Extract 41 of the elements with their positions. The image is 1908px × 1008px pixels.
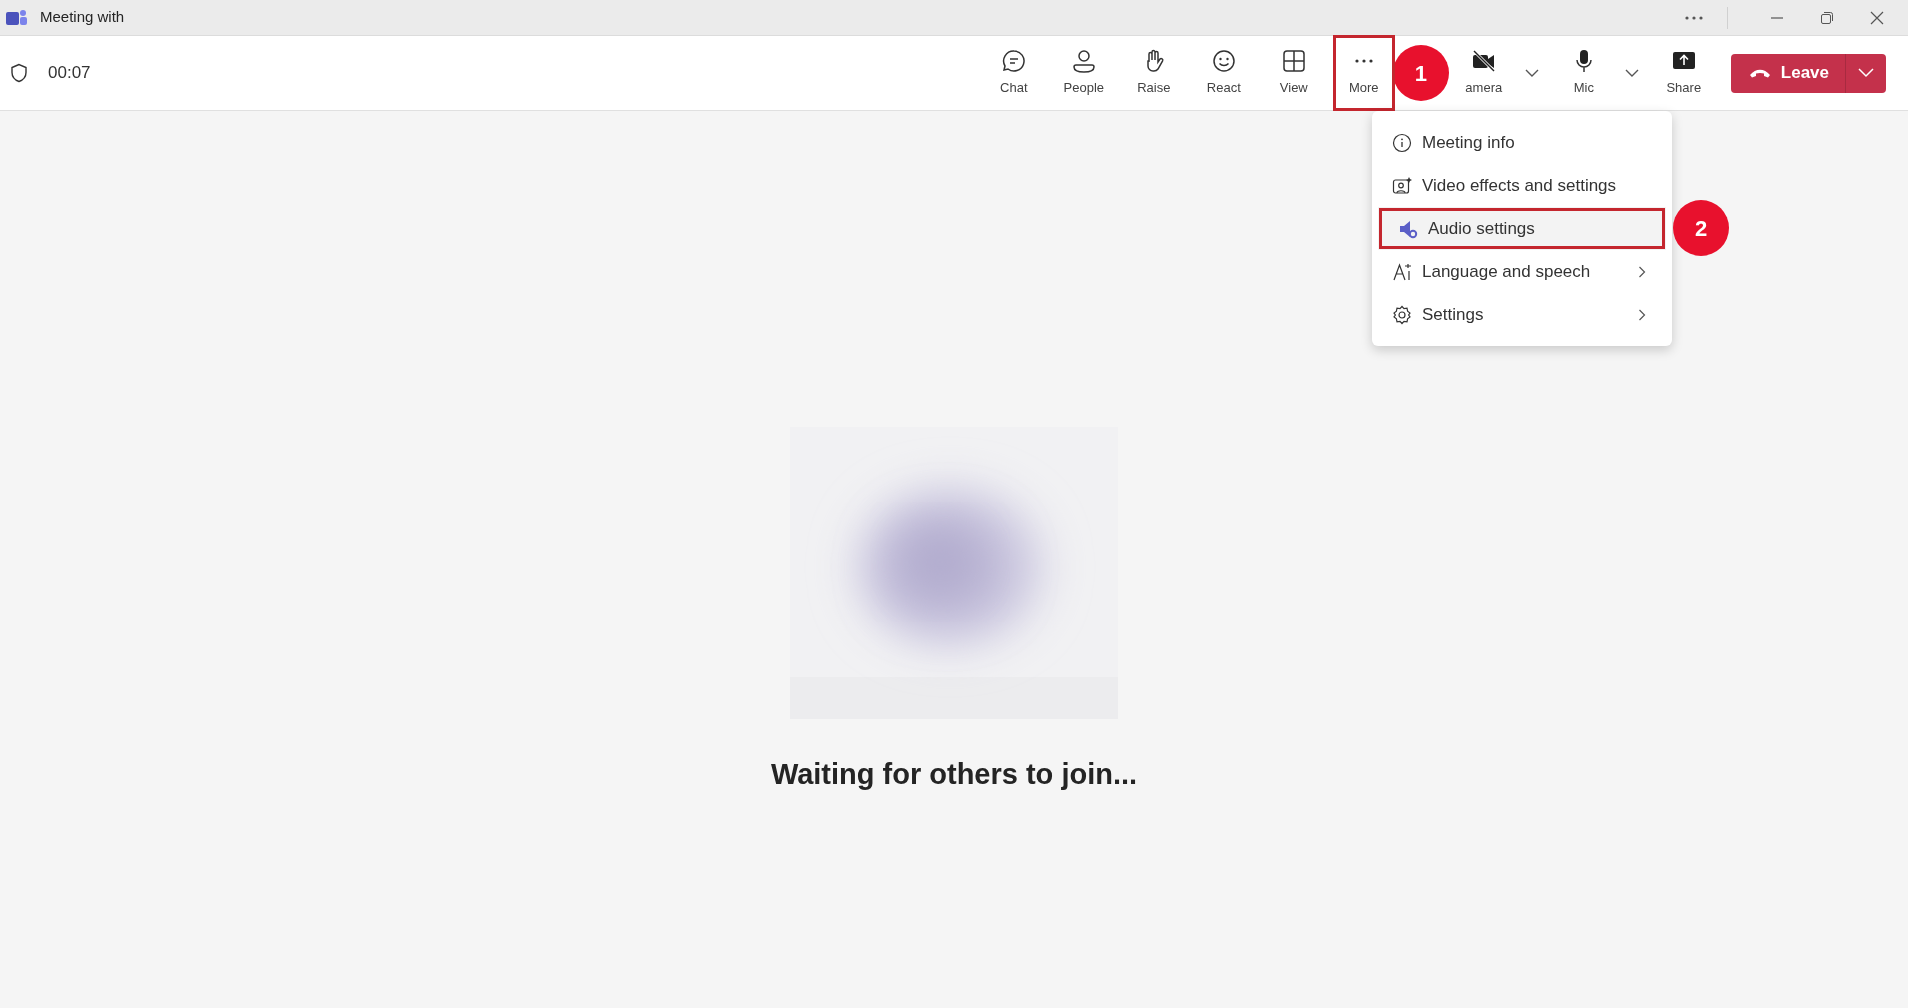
chevron-right-icon bbox=[1638, 308, 1646, 321]
more-icon bbox=[1354, 59, 1373, 64]
menu-item[interactable]: Settings bbox=[1372, 293, 1672, 336]
more-options-icon[interactable] bbox=[1685, 15, 1703, 20]
status-message: Waiting for others to join... bbox=[770, 757, 1138, 792]
toolbar-button[interactable]: Mic bbox=[1554, 37, 1613, 109]
toolbar-button[interactable]: Raise bbox=[1124, 37, 1183, 109]
app-logo-icon bbox=[6, 8, 28, 27]
step-badge: 2 bbox=[1673, 200, 1729, 256]
toolbar-button[interactable]: View bbox=[1264, 37, 1323, 109]
menu-item[interactable]: Audio settings bbox=[1378, 207, 1666, 250]
shield-icon bbox=[10, 63, 28, 83]
speaker-gear-icon bbox=[1398, 218, 1418, 239]
smiley-icon bbox=[1210, 48, 1237, 75]
chevron-down-icon bbox=[1624, 68, 1639, 78]
close-icon[interactable] bbox=[1870, 10, 1884, 25]
chevron-down-icon bbox=[1524, 68, 1539, 78]
meeting-timer: 00:07 bbox=[48, 62, 91, 85]
toolbar-button[interactable]: amera bbox=[1454, 37, 1513, 109]
toolbar-button[interactable]: People bbox=[1054, 37, 1113, 109]
menu-item[interactable]: Meeting info bbox=[1372, 121, 1672, 164]
toolbar-button[interactable]: Chat bbox=[984, 37, 1043, 109]
settings-icon bbox=[1392, 304, 1412, 325]
text-language-icon bbox=[1392, 261, 1412, 282]
camera-off-icon bbox=[1470, 48, 1497, 75]
toolbar-button[interactable]: More bbox=[1334, 37, 1393, 109]
person-icon bbox=[1070, 48, 1097, 75]
chevron-down-icon bbox=[1858, 68, 1874, 78]
phone-hangup-icon bbox=[1748, 68, 1771, 78]
info-icon bbox=[1392, 132, 1412, 153]
toolbar-button[interactable]: Share bbox=[1654, 37, 1713, 109]
grid-icon bbox=[1280, 48, 1307, 75]
chat-icon bbox=[1000, 48, 1027, 75]
toolbar-button[interactable]: React bbox=[1194, 37, 1253, 109]
menu-item[interactable]: Language and speech bbox=[1372, 250, 1672, 293]
portrait-sparkle-icon bbox=[1392, 175, 1412, 196]
window-title: Meeting with bbox=[40, 7, 125, 28]
step-badge: 1 bbox=[1392, 45, 1449, 101]
restore-icon[interactable] bbox=[1820, 10, 1834, 25]
menu-item[interactable]: Video effects and settings bbox=[1372, 164, 1672, 207]
chevron-right-icon bbox=[1638, 265, 1646, 278]
